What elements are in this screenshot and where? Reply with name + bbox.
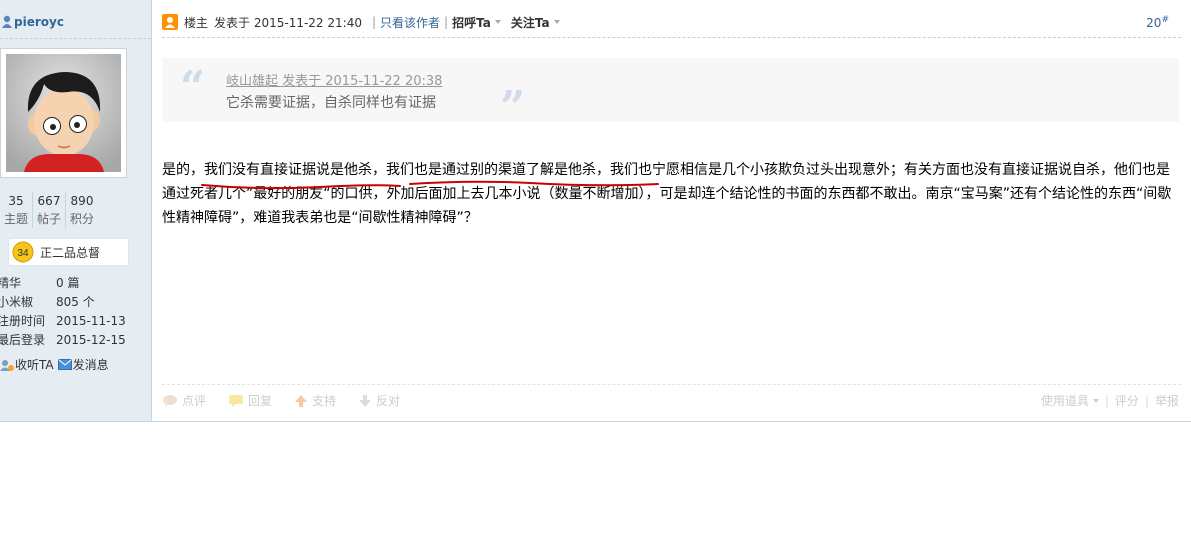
rate-button[interactable]: 点评 <box>162 392 206 409</box>
greet-button[interactable]: 招呼Ta <box>452 14 491 31</box>
floor-number[interactable]: 20# <box>1146 15 1169 30</box>
user-group-badge: 34 正二品总督 <box>8 238 129 266</box>
info-key: 精华 <box>0 276 22 290</box>
quote-text: 它杀需要证据，自杀同样也有证据 <box>226 95 436 111</box>
divider: | <box>444 15 449 29</box>
info-row: 注册时间 2015-11-13 <box>0 312 151 331</box>
close-quote-icon: ” <box>500 82 526 133</box>
info-key: 最后登录 <box>0 333 46 347</box>
divider: | <box>1104 393 1109 408</box>
author-stats: 35 主题 667 帖子 890 积分 <box>0 192 128 228</box>
thread-starter-icon <box>162 14 178 30</box>
avatar-image <box>6 54 121 172</box>
author-tag: 楼主 <box>184 15 209 30</box>
info-key: 小米椒 <box>0 295 34 309</box>
info-value: 2015-11-13 <box>56 314 126 328</box>
avatar[interactable] <box>0 48 127 178</box>
divider <box>162 384 1181 385</box>
author-info: 精华 0 篇 小米椒 805 个 注册时间 2015-11-13 最后登录 2015-1… <box>0 274 151 350</box>
post-main: 楼主 发表于 2015-11-22 21:40 | 只看该作者 | 招呼Ta 关… <box>152 0 1191 421</box>
level-medal-icon: 34 <box>12 241 34 263</box>
post-time: 发表于 2015-11-22 21:40 <box>214 15 362 30</box>
forum-post: pieroyc 35 主题 667 帖子 890 积分 34 正二品总督 精华 … <box>0 0 1191 422</box>
arrow-down-icon <box>359 394 372 407</box>
group-name: 正二品总督 <box>40 245 101 260</box>
score-button[interactable]: 评分 <box>1115 392 1139 409</box>
oppose-button[interactable]: 反对 <box>358 392 400 409</box>
info-value: 2015-12-15 <box>56 333 126 347</box>
chevron-down-icon[interactable] <box>494 20 501 24</box>
quote-block: “ 岐山雄起 发表于 2015-11-22 20:38 它杀需要证据，自杀同样也… <box>162 58 1179 133</box>
post-header: 楼主 发表于 2015-11-22 21:40 | 只看该作者 | 招呼Ta 关… <box>162 10 1181 34</box>
arrow-up-icon <box>295 394 308 407</box>
reply-button[interactable]: 回复 <box>228 392 272 409</box>
use-tools-button[interactable]: 使用道具 <box>1041 392 1089 409</box>
stat-threads[interactable]: 35 主题 <box>0 192 33 228</box>
post-tools: 使用道具 | 评分 | 举报 <box>1041 392 1179 409</box>
author-sidebar: pieroyc 35 主题 667 帖子 890 积分 34 正二品总督 精华 … <box>0 0 152 421</box>
divider: | <box>371 15 377 29</box>
only-author-link[interactable]: 只看该作者 <box>380 14 440 31</box>
info-key: 注册时间 <box>0 314 46 328</box>
level-number: 34 <box>17 248 29 259</box>
follow-author-button[interactable]: 收听TA <box>0 356 54 373</box>
author-name-row: pieroyc <box>2 12 64 32</box>
post-actions: 点评 回复 支持 反对 <box>162 392 422 409</box>
reply-icon <box>229 394 244 407</box>
follow-button[interactable]: 关注Ta <box>511 14 550 31</box>
post-content: 是的，我们没有直接证据说是他杀，我们也是通过别的渠道了解是他杀，我们也宁愿相信是… <box>162 162 1172 226</box>
divider <box>0 38 151 39</box>
author-actions: 收听TA 发消息 <box>0 356 113 373</box>
info-row: 小米椒 805 个 <box>0 293 151 312</box>
report-button[interactable]: 举报 <box>1155 392 1179 409</box>
quote-meta[interactable]: 岐山雄起 发表于 2015-11-22 20:38 <box>226 70 442 89</box>
info-value: 805 个 <box>56 295 95 309</box>
open-quote-icon: “ <box>180 62 206 113</box>
divider <box>162 37 1181 38</box>
info-row: 最后登录 2015-12-15 <box>0 331 151 350</box>
divider: | <box>1144 393 1149 408</box>
handwritten-underline <box>201 180 659 190</box>
info-row: 精华 0 篇 <box>0 274 151 293</box>
info-value: 0 篇 <box>56 276 80 290</box>
comment-icon <box>163 394 177 407</box>
envelope-icon <box>57 359 72 370</box>
chevron-down-icon[interactable] <box>553 20 560 24</box>
send-message-button[interactable]: 发消息 <box>57 356 109 373</box>
author-name[interactable]: pieroyc <box>14 15 64 29</box>
support-button[interactable]: 支持 <box>294 392 336 409</box>
stat-posts[interactable]: 667 帖子 <box>33 192 66 228</box>
user-online-icon <box>2 15 12 28</box>
stat-points[interactable]: 890 积分 <box>66 192 98 228</box>
chevron-down-icon[interactable] <box>1092 398 1099 403</box>
follow-icon <box>0 359 14 371</box>
